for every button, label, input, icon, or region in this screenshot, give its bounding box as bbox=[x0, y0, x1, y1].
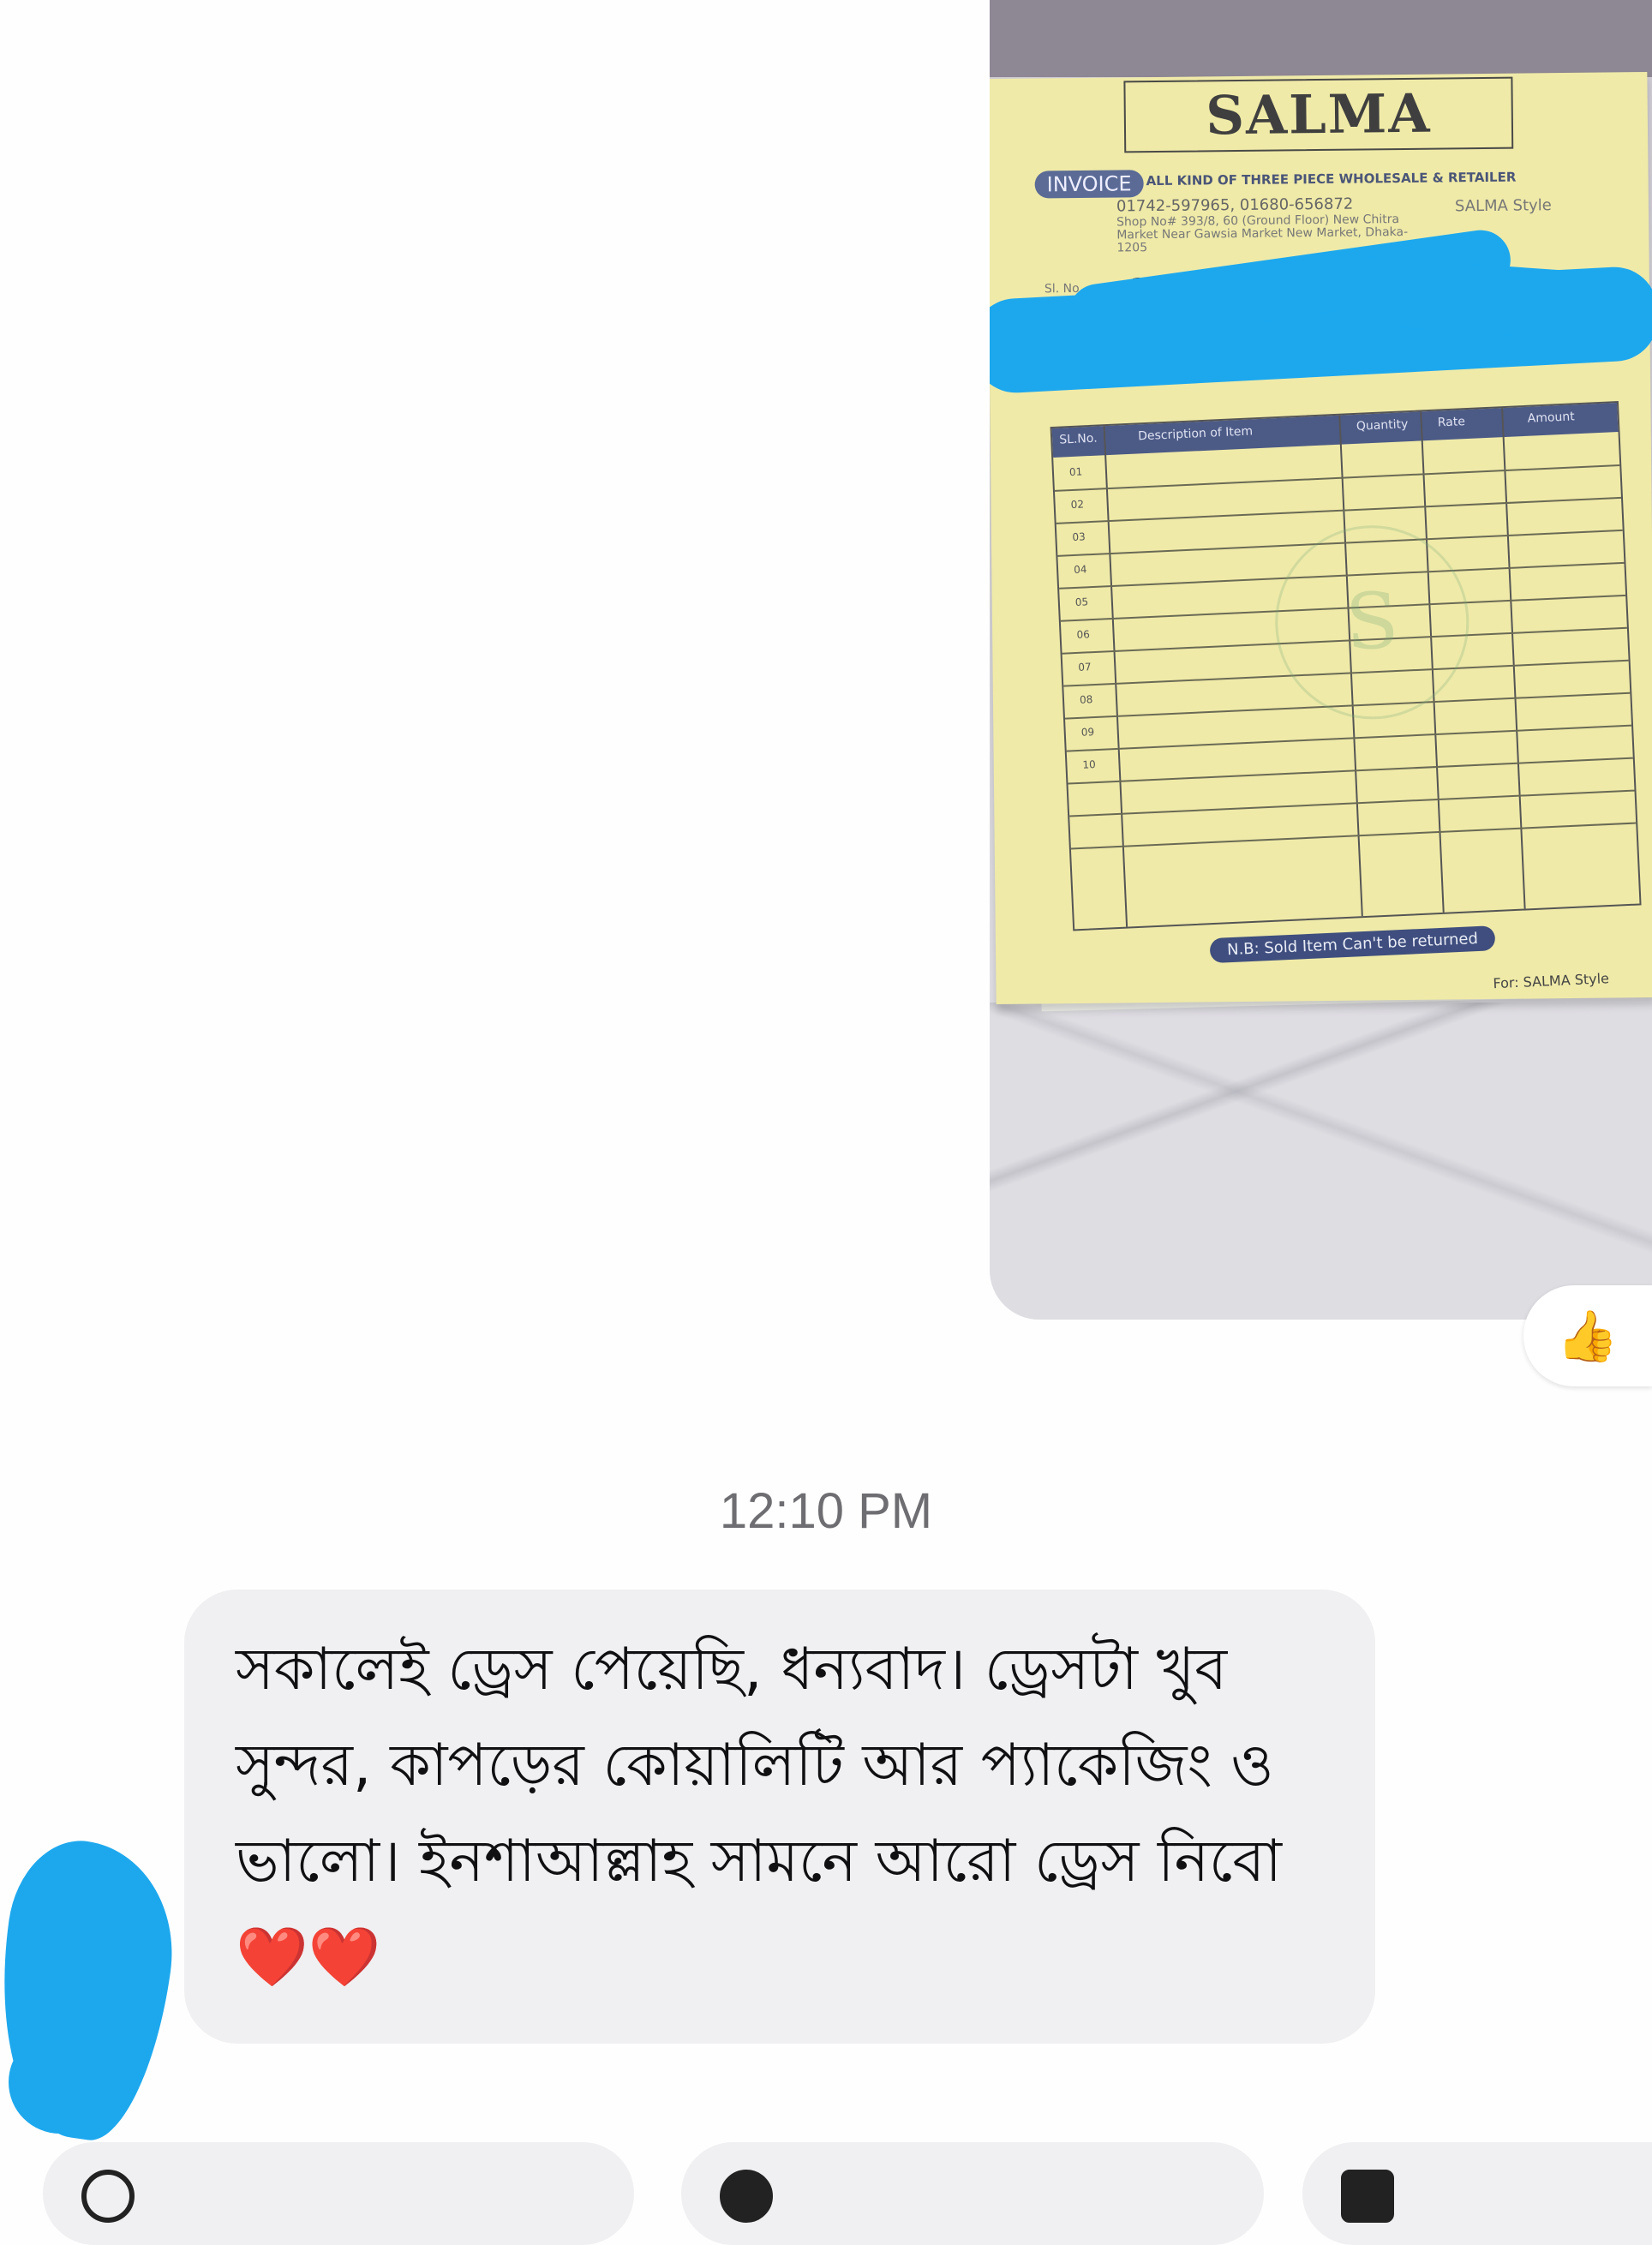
received-message-bubble[interactable]: সকালেই ড্রেস পেয়েছি, ধন্যবাদ। ড্রেসটা খ… bbox=[184, 1589, 1375, 2044]
thumbs-up-reaction-icon[interactable]: 👍 bbox=[1523, 1285, 1652, 1386]
quick-reply-chip[interactable] bbox=[681, 2142, 1264, 2245]
invoice-footer-note: N.B: Sold Item Can't be returned bbox=[1209, 925, 1496, 964]
photo-marble-surface bbox=[990, 1003, 1652, 1320]
table-header-description: Description of Item bbox=[1137, 424, 1254, 444]
table-row-number: 05 bbox=[1074, 596, 1089, 608]
table-row-line bbox=[1070, 822, 1637, 850]
square-icon bbox=[1341, 2170, 1394, 2223]
received-message-text: সকালেই ড্রেস পেয়েছি, ধন্যবাদ। ড্রেসটা খ… bbox=[236, 1636, 1282, 1991]
table-header-sl: SL.No. bbox=[1058, 431, 1098, 447]
invoice-tag: INVOICE bbox=[1034, 170, 1144, 199]
message-timestamp: 12:10 PM bbox=[719, 1483, 933, 1539]
avatar-redaction bbox=[9, 2031, 111, 2134]
table-row-line bbox=[1069, 789, 1635, 817]
table-row-line bbox=[1056, 496, 1622, 524]
table-row-number: 06 bbox=[1076, 628, 1091, 641]
invoice-paper: SALMA INVOICE ALL KIND OF THREE PIECE WH… bbox=[990, 71, 1652, 1005]
invoice-table: SL.No. Description of Item Quantity Rate… bbox=[1050, 400, 1642, 931]
table-divider bbox=[1103, 426, 1128, 927]
photo-background-top bbox=[990, 0, 1652, 77]
table-row-number: 02 bbox=[1070, 498, 1085, 512]
invoice-tagline: ALL KIND OF THREE PIECE WHOLESALE & RETA… bbox=[1146, 169, 1517, 189]
table-header-rate: Rate bbox=[1437, 415, 1466, 430]
quick-reply-chip[interactable] bbox=[1302, 2142, 1652, 2245]
table-row-number: 07 bbox=[1078, 661, 1092, 674]
invoice-phones: 01742-597965, 01680-656872 bbox=[1116, 195, 1354, 216]
table-divider bbox=[1501, 408, 1526, 909]
invoice-brand: SALMA bbox=[1123, 76, 1514, 153]
invoice-serial-label: Sl. No bbox=[1044, 281, 1080, 296]
table-header-amount: Amount bbox=[1527, 410, 1576, 426]
table-row-number: 10 bbox=[1082, 758, 1097, 771]
table-row-number: 08 bbox=[1079, 693, 1093, 706]
table-row-line bbox=[1068, 757, 1633, 785]
table-row-number: 04 bbox=[1073, 563, 1087, 576]
invoice-style-label: SALMA Style bbox=[1454, 196, 1552, 216]
quick-reply-chip[interactable] bbox=[43, 2142, 634, 2245]
table-row-line bbox=[1066, 724, 1632, 752]
invoice-for-label: For: SALMA Style bbox=[1493, 970, 1610, 992]
filled-circle-icon bbox=[720, 2170, 773, 2223]
table-row-number: 03 bbox=[1072, 530, 1086, 544]
sent-photo-message[interactable]: SALMA INVOICE ALL KIND OF THREE PIECE WH… bbox=[990, 0, 1652, 1320]
table-row-number: 01 bbox=[1068, 465, 1083, 479]
circle-icon bbox=[81, 2170, 135, 2223]
invoice-watermark: S bbox=[1271, 521, 1474, 724]
invoice-table-header: SL.No. Description of Item Quantity Rate… bbox=[1051, 403, 1619, 458]
table-row-line bbox=[1054, 464, 1620, 492]
table-row-number: 09 bbox=[1080, 726, 1095, 739]
table-header-quantity: Quantity bbox=[1356, 417, 1409, 434]
